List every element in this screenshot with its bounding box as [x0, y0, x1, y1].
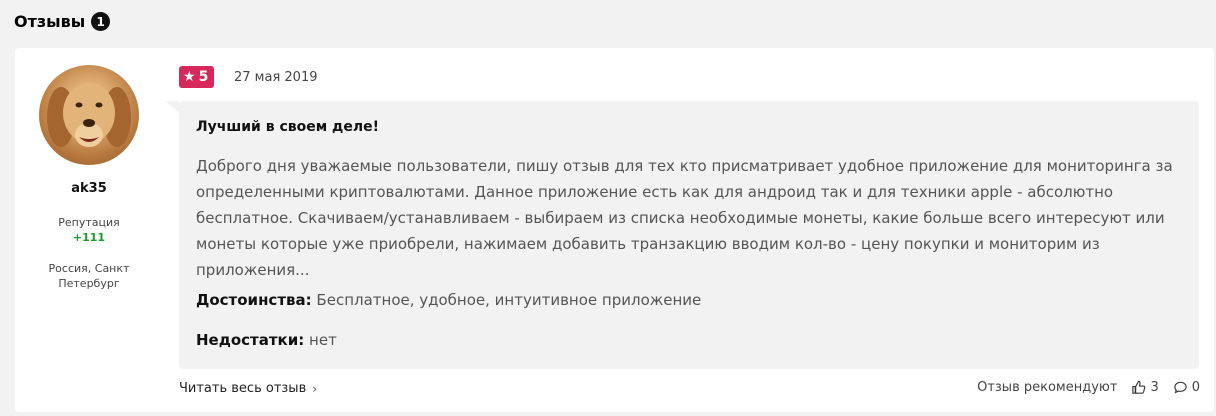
- comment-icon: [1173, 380, 1188, 395]
- pros-label: Достоинства:: [196, 291, 312, 309]
- review-date: 27 мая 2019: [234, 70, 318, 85]
- reviews-count-badge: 1: [91, 12, 111, 31]
- review-actions: Отзыв рекомендуют 3 0: [977, 380, 1200, 395]
- comments-button[interactable]: 0: [1173, 380, 1200, 395]
- reputation-value: +111: [72, 231, 106, 244]
- comments-count: 0: [1191, 380, 1200, 395]
- pros-text: Бесплатное, удобное, интуитивное приложе…: [316, 291, 702, 309]
- review-bubble: Лучший в своем деле! Доброго дня уважаем…: [165, 101, 1199, 369]
- read-more-label: Читать весь отзыв: [179, 381, 307, 396]
- recommend-label: Отзыв рекомендуют: [977, 380, 1118, 395]
- review-cons: Недостатки: нет: [196, 331, 337, 349]
- star-icon: ★: [183, 69, 196, 85]
- rating-value: 5: [198, 69, 209, 85]
- rating-badge: ★ 5: [179, 66, 215, 88]
- avatar-image: [47, 83, 131, 147]
- read-full-review-link[interactable]: Читать весь отзыв ›: [179, 381, 317, 396]
- review-pros: Достоинства: Бесплатное, удобное, интуит…: [196, 291, 701, 309]
- reviews-header: Отзывы 1: [14, 12, 111, 31]
- avatar[interactable]: [39, 65, 139, 165]
- like-button[interactable]: 3: [1131, 380, 1159, 395]
- review-card: ak35 Репутация +111 Россия, Санкт Петерб…: [15, 48, 1214, 412]
- author-location: Россия, Санкт Петербург: [48, 262, 130, 290]
- cons-text: нет: [309, 331, 337, 349]
- chevron-right-icon: ›: [312, 381, 318, 396]
- reviews-title: Отзывы: [14, 12, 86, 31]
- thumbs-up-icon: [1131, 380, 1146, 395]
- reputation-label: Репутация: [58, 216, 120, 229]
- likes-count: 3: [1150, 380, 1159, 395]
- cons-label: Недостатки:: [196, 331, 305, 349]
- review-title: Лучший в своем деле!: [196, 119, 379, 135]
- author-name[interactable]: ak35: [15, 181, 163, 196]
- review-body: Доброго дня уважаемые пользователи, пишу…: [196, 157, 1173, 279]
